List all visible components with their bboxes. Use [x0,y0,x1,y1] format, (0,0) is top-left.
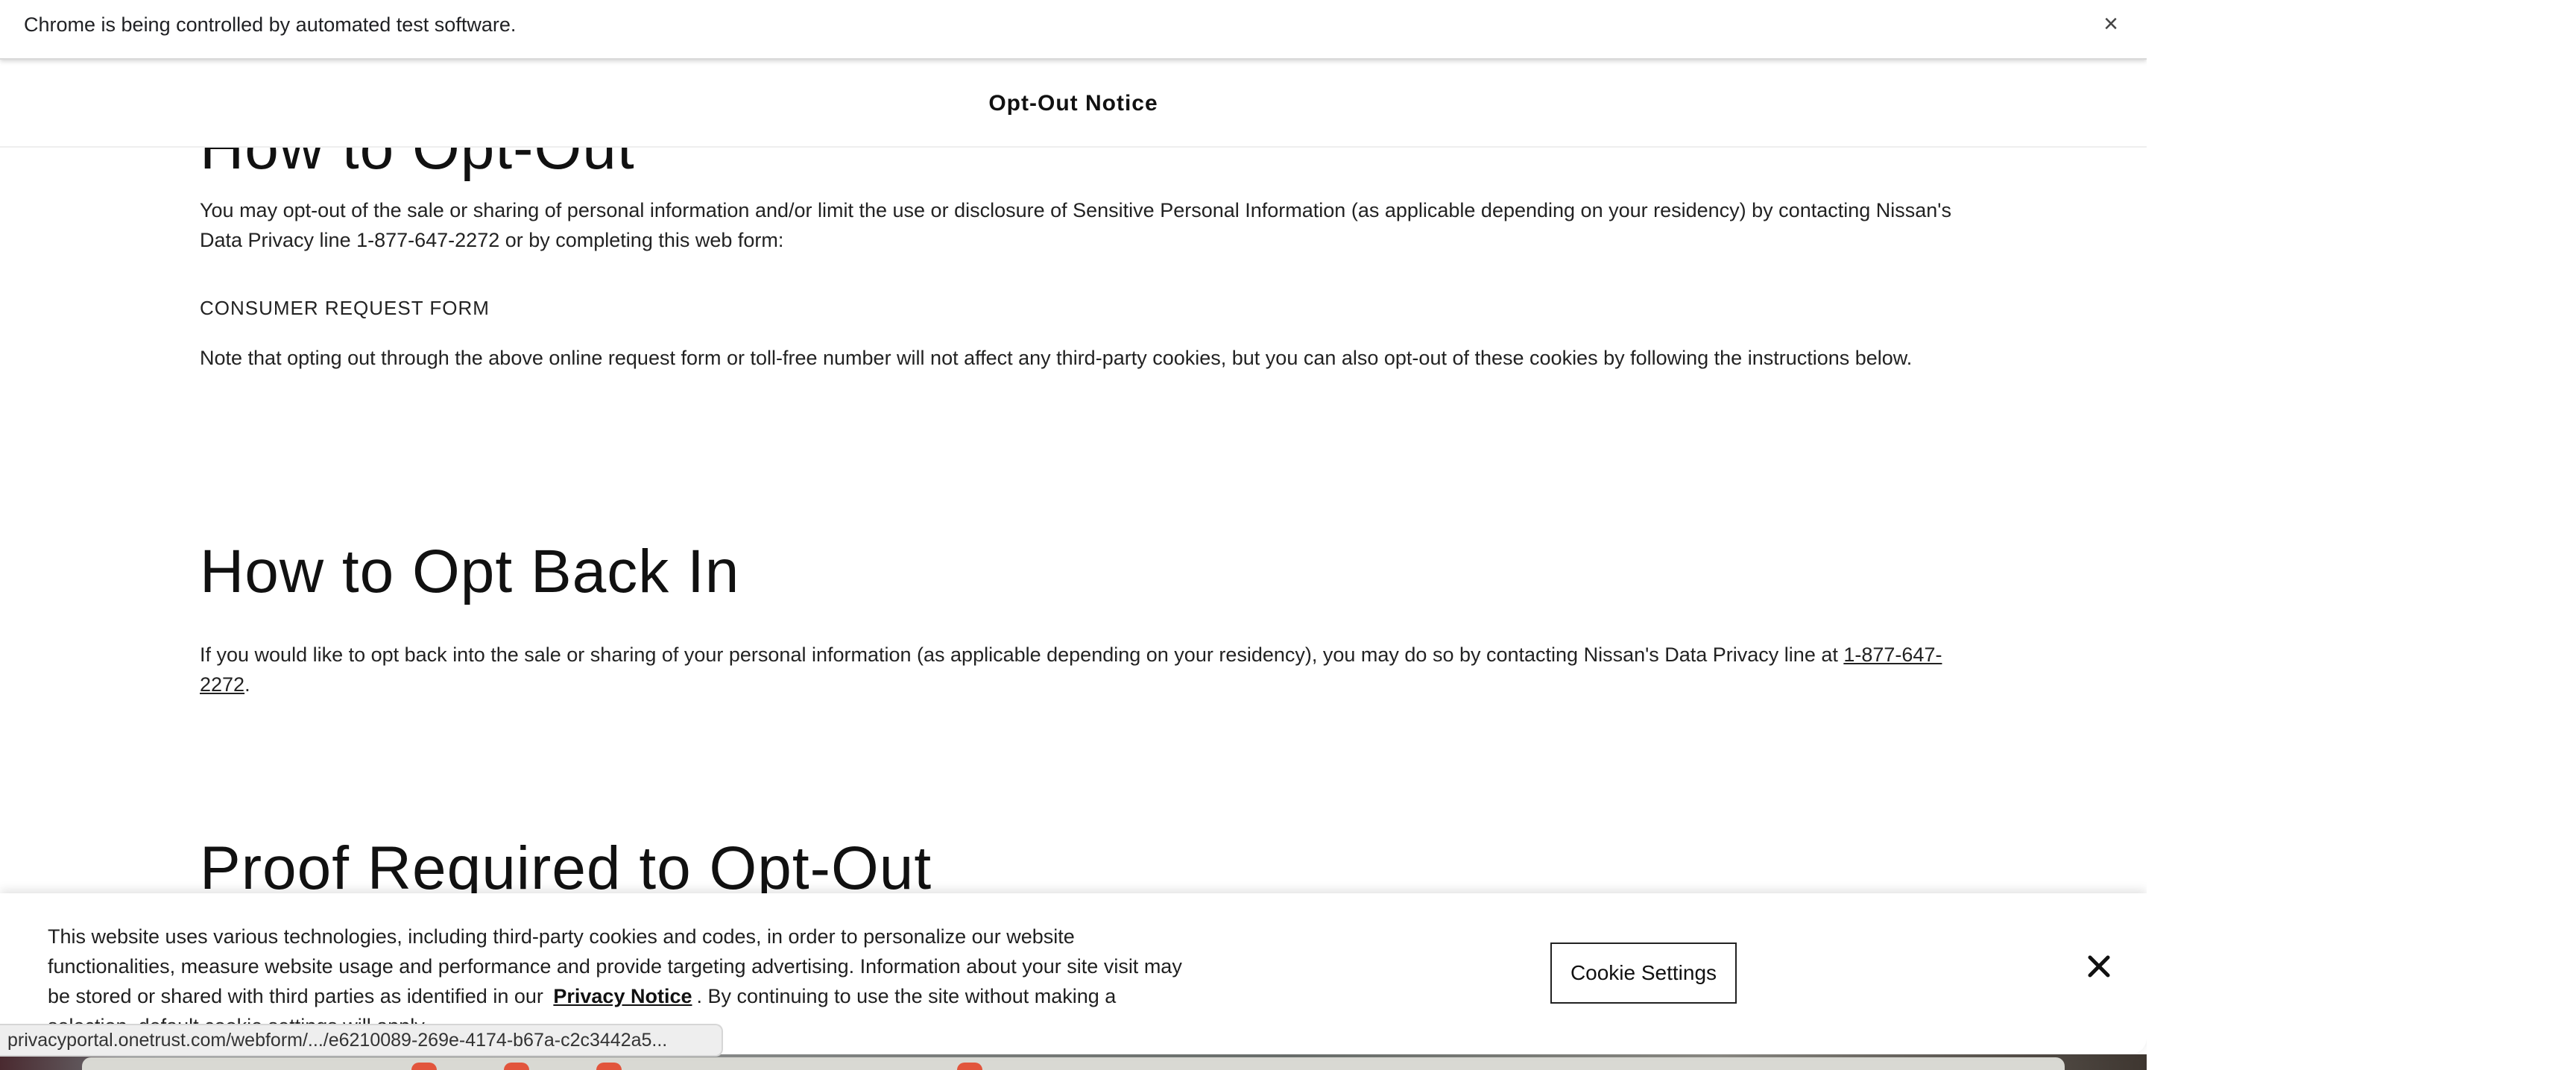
heading-proof-required: Proof Required to Opt-Out [200,834,932,902]
opt-back-in-text: If you would like to opt back into the s… [200,643,1844,666]
infobar-message: Chrome is being controlled by automated … [24,13,517,36]
browser-viewport: Chrome is being controlled by automated … [0,0,2576,1070]
cookie-banner-text: This website uses various technologies, … [48,922,1196,1041]
infobar-close-icon[interactable]: × [2097,10,2124,37]
consumer-request-form-label[interactable]: CONSUMER REQUEST FORM [200,297,490,320]
cookie-note-paragraph: Note that opting out through the above o… [200,347,1913,369]
close-icon-svg [2088,955,2110,978]
right-gutter [2147,0,2576,1070]
close-icon[interactable] [2084,951,2114,981]
red-dot-icon [596,1063,622,1070]
privacy-notice-link[interactable]: Privacy Notice [549,985,696,1007]
red-dot-icon [957,1063,982,1070]
red-dot-icon [504,1063,529,1070]
opt-back-in-paragraph: If you would like to opt back into the s… [200,640,1959,699]
sticky-header: Opt-Out Notice [0,60,2147,148]
page-title: Opt-Out Notice [988,91,1158,116]
opt-out-paragraph: You may opt-out of the sale or sharing o… [200,199,1951,251]
bottom-panel [82,1057,2065,1070]
cookie-settings-button[interactable]: Cookie Settings [1550,942,1737,1004]
heading-how-to-opt-back-in: How to Opt Back In [200,538,740,605]
red-dot-icon [411,1063,437,1070]
opt-back-in-period: . [244,673,250,696]
link-status-bubble: privacyportal.onetrust.com/webform/.../e… [0,1024,723,1057]
automation-infobar: Chrome is being controlled by automated … [0,0,2147,60]
page-content: Chrome is being controlled by automated … [0,0,2147,1070]
